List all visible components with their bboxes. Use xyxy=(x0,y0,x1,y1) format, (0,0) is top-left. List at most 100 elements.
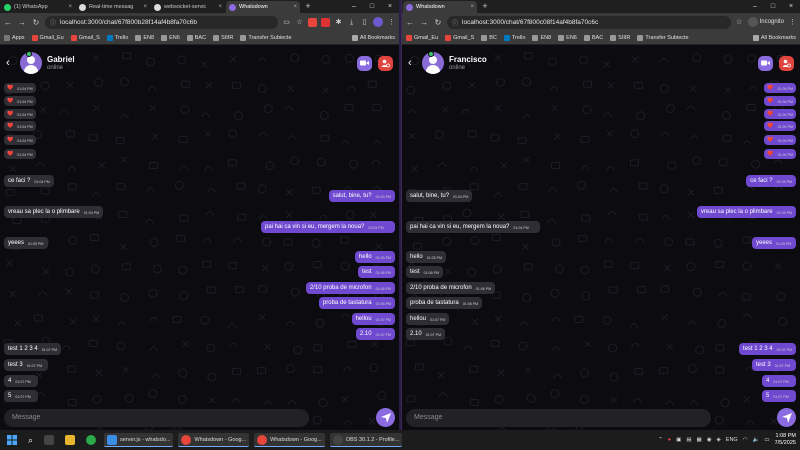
message-bubble-incoming[interactable]: test 1 2 3 4 01:07 PM xyxy=(4,343,62,355)
message-bubble-outgoing[interactable]: test 01:06 PM xyxy=(357,266,395,278)
extension-icon[interactable] xyxy=(308,17,317,27)
language-indicator[interactable]: ENG xyxy=(726,437,738,443)
bookmark-gmail-s[interactable]: Gmail_S xyxy=(70,34,100,41)
back-arrow-icon[interactable]: ‹ xyxy=(408,57,418,69)
bookmark-en8[interactable]: EN8 xyxy=(135,34,154,41)
bookmark-en6[interactable]: EN6 xyxy=(161,34,180,41)
message-bubble-incoming[interactable]: 2/10 proba de microfon 01:06 PM xyxy=(406,282,496,294)
site-info-icon[interactable]: ⓘ xyxy=(452,18,458,27)
message-bubble-outgoing[interactable]: ❤️ 01:04 PM xyxy=(764,149,796,159)
profile-avatar[interactable] xyxy=(373,17,383,27)
taskview-button[interactable] xyxy=(41,433,57,447)
chrome-button[interactable] xyxy=(83,433,99,447)
bookmark-siiir[interactable]: SIIIR xyxy=(610,34,630,41)
search-button[interactable]: ⌕ xyxy=(25,433,36,447)
message-bubble-outgoing[interactable]: 2.10 01:07 PM xyxy=(355,328,395,340)
tray-app-icon[interactable]: ● xyxy=(668,437,671,443)
message-bubble-incoming[interactable]: ce faci ? 01:04 PM xyxy=(4,175,54,187)
bookmark-en8[interactable]: EN8 xyxy=(532,34,551,41)
message-bubble-incoming[interactable]: proba de tastatura 01:06 PM xyxy=(406,297,483,309)
bookmark-bac[interactable]: BAC xyxy=(583,34,603,41)
message-bubble-outgoing[interactable]: 4 01:07 PM xyxy=(762,375,796,387)
block-user-button[interactable] xyxy=(779,55,794,71)
cast-icon[interactable]: ▭ xyxy=(282,18,291,27)
message-bubble-incoming[interactable]: ❤️ 01:04 PM xyxy=(4,149,36,159)
message-bubble-incoming[interactable]: ❤️ 01:04 PM xyxy=(4,135,36,145)
close-window-icon[interactable]: × xyxy=(782,0,800,13)
tray-app-icon[interactable]: ▦ xyxy=(697,437,702,443)
download-icon[interactable]: ⤓ xyxy=(347,18,356,27)
reload-icon[interactable]: ↻ xyxy=(433,18,443,27)
close-icon[interactable]: × xyxy=(68,4,72,10)
message-bubble-incoming[interactable]: yeees 01:05 PM xyxy=(4,237,48,249)
message-bubble-outgoing[interactable]: ❤️ 01:04 PM xyxy=(764,83,796,93)
message-bubble-incoming[interactable]: pai hai ca vin si eu, mergem la noua? 01:… xyxy=(406,221,540,233)
message-bubble-outgoing[interactable]: yeees 01:05 PM xyxy=(752,237,796,249)
wifi-icon[interactable]: ◠ xyxy=(743,437,748,443)
bookmark-trello[interactable]: Trello xyxy=(106,34,128,41)
minimize-icon[interactable]: – xyxy=(746,0,764,13)
maximize-icon[interactable]: □ xyxy=(764,0,782,13)
message-input[interactable] xyxy=(4,408,309,427)
close-icon[interactable]: × xyxy=(293,4,297,10)
tab-whatsapp[interactable]: (1) WhatsApp × xyxy=(1,1,75,13)
bookmark-apps[interactable]: Apps xyxy=(4,34,25,41)
close-icon[interactable]: × xyxy=(470,4,474,10)
start-button[interactable] xyxy=(4,433,20,447)
message-bubble-incoming[interactable]: ❤️ 01:04 PM xyxy=(4,109,36,119)
message-bubble-outgoing[interactable]: ❤️ 01:04 PM xyxy=(764,121,796,131)
message-bubble-outgoing[interactable]: test 3 01:07 PM xyxy=(752,359,796,371)
bookmark-siiir[interactable]: SIIIR xyxy=(213,34,233,41)
extension-icon[interactable] xyxy=(321,17,330,27)
message-bubble-outgoing[interactable]: ❤️ 01:04 PM xyxy=(764,96,796,106)
message-bubble-incoming[interactable]: hello 01:05 PM xyxy=(406,251,447,263)
bookmark-transfer[interactable]: Transfer Subiecte xyxy=(637,34,689,41)
chevron-up-icon[interactable]: ⌃ xyxy=(658,437,663,443)
message-bubble-incoming[interactable]: ❤️ 01:04 PM xyxy=(4,121,36,131)
message-bubble-outgoing[interactable]: hello 01:05 PM xyxy=(354,251,395,263)
star-icon[interactable]: ☆ xyxy=(735,18,744,27)
tray-app-icon[interactable]: ◉ xyxy=(707,437,712,443)
address-bar[interactable]: ⓘ localhost:3000/chat/67f800b28f14af4b8f… xyxy=(45,15,278,29)
bookmark-bc[interactable]: BC xyxy=(481,34,497,41)
message-bubble-outgoing[interactable]: test 1 2 3 4 01:07 PM xyxy=(738,343,796,355)
message-bubble-incoming[interactable]: hellou 01:07 PM xyxy=(406,313,450,325)
new-tab-button[interactable]: + xyxy=(302,1,314,13)
tab-whatsdown[interactable]: Whatsdown × xyxy=(403,1,477,13)
taskbar-item-obs[interactable]: OBS 30.1.2 - Profile... xyxy=(329,433,403,447)
new-tab-button[interactable]: + xyxy=(479,1,491,13)
back-arrow-icon[interactable]: ‹ xyxy=(6,57,16,69)
message-bubble-outgoing[interactable]: 5 01:07 PM xyxy=(762,390,796,402)
block-user-button[interactable] xyxy=(378,55,393,71)
video-call-button[interactable] xyxy=(357,55,372,71)
explorer-button[interactable] xyxy=(62,433,78,447)
message-bubble-incoming[interactable]: 4 01:07 PM xyxy=(4,375,38,387)
message-bubble-outgoing[interactable]: pai hai ca vin si eu, mergem la noua? 01:… xyxy=(261,221,395,233)
message-bubble-outgoing[interactable]: salut, bine, tu? 01:04 PM xyxy=(328,190,395,202)
bookmark-transfer[interactable]: Transfer Subiecte xyxy=(240,34,292,41)
bookmark-gmail-s[interactable]: Gmail_S xyxy=(445,34,474,41)
back-arrow-icon[interactable]: ← xyxy=(405,18,415,27)
send-button[interactable] xyxy=(777,408,796,427)
clock[interactable]: 1:08 PM 7/5/2025 xyxy=(775,433,796,447)
sidebar-icon[interactable]: ▯ xyxy=(360,18,369,27)
taskbar-item-chrome-1[interactable]: Whatsdown - Goog... xyxy=(178,433,250,447)
incognito-indicator[interactable]: Incognito xyxy=(747,17,784,27)
close-window-icon[interactable]: × xyxy=(381,0,399,13)
all-bookmarks[interactable]: All Bookmarks xyxy=(351,34,395,41)
send-button[interactable] xyxy=(376,408,395,427)
message-bubble-incoming[interactable]: ❤️ 01:04 PM xyxy=(4,83,36,93)
message-bubble-outgoing[interactable]: proba de tastatura 01:06 PM xyxy=(318,297,395,309)
message-bubble-outgoing[interactable]: vreau sa plec la o plimbare 01:04 PM xyxy=(696,206,796,218)
message-bubble-incoming[interactable]: test 3 01:07 PM xyxy=(4,359,48,371)
video-call-button[interactable] xyxy=(758,55,773,71)
message-bubble-incoming[interactable]: salut, bine, tu? 01:04 PM xyxy=(406,190,473,202)
address-bar[interactable]: ⓘ localhost:3000/chat/67f800c08f14af4b8f… xyxy=(447,15,731,29)
extensions-puzzle-icon[interactable]: ✱ xyxy=(334,18,343,27)
message-bubble-outgoing[interactable]: ❤️ 01:04 PM xyxy=(764,135,796,145)
message-bubble-incoming[interactable]: 5 01:07 PM xyxy=(4,390,38,402)
message-bubble-outgoing[interactable]: 2/10 proba de microfon 01:06 PM xyxy=(305,282,395,294)
volume-icon[interactable]: 🔈 xyxy=(753,437,760,443)
all-bookmarks[interactable]: All Bookmarks xyxy=(752,34,796,41)
star-icon[interactable]: ☆ xyxy=(295,18,304,27)
